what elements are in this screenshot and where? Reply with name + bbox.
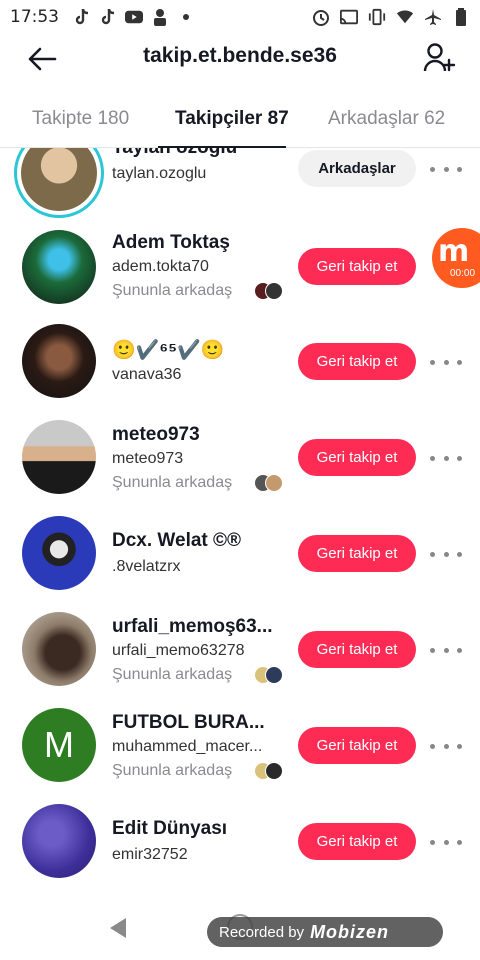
follow-back-button[interactable]: Geri takip et bbox=[298, 727, 416, 764]
person-upload-icon bbox=[151, 8, 169, 26]
battery-icon bbox=[452, 8, 470, 26]
youtube-icon bbox=[125, 8, 143, 26]
cast-icon bbox=[340, 8, 358, 26]
nav-back-icon[interactable] bbox=[106, 916, 130, 940]
list-item[interactable]: Taylan ozoglu taylan.ozoglu Arkadaşlar bbox=[0, 148, 480, 224]
status-bar: 17:53 bbox=[0, 0, 480, 34]
add-user-icon bbox=[423, 43, 456, 72]
user-handle: vanava36 bbox=[112, 366, 182, 383]
list-item[interactable]: M FUTBOL BURA... muhammed_macer... Şunun… bbox=[0, 704, 480, 800]
more-options-icon[interactable] bbox=[430, 544, 462, 564]
avatar[interactable] bbox=[22, 516, 96, 590]
follow-back-button[interactable]: Geri takip et bbox=[298, 823, 416, 860]
follow-back-button[interactable]: Geri takip et bbox=[298, 631, 416, 668]
tab-friends[interactable]: Arkadaşlar 62 bbox=[328, 108, 445, 130]
user-handle: urfali_memo63278 bbox=[112, 642, 245, 659]
add-user-button[interactable] bbox=[420, 38, 460, 78]
avatar[interactable] bbox=[14, 148, 104, 218]
status-time: 17:53 bbox=[10, 7, 59, 27]
followers-list: Taylan ozoglu taylan.ozoglu Arkadaşlar A… bbox=[0, 148, 480, 898]
user-name: urfali_memoş63... bbox=[112, 616, 273, 637]
page-title: takip.et.bende.se36 bbox=[143, 44, 337, 67]
tab-bar: Takipte 180 Takipçiler 87 Arkadaşlar 62 bbox=[0, 100, 480, 148]
watermark-brand: Mobizen bbox=[310, 921, 390, 942]
dot-icon bbox=[177, 8, 195, 26]
watermark-text: Recorded by bbox=[219, 923, 305, 941]
mutual-friends-avatars bbox=[254, 474, 283, 492]
mutual-friends-avatars bbox=[254, 762, 283, 780]
user-handle: emir32752 bbox=[112, 846, 188, 863]
follow-back-button[interactable]: Geri takip et bbox=[298, 439, 416, 476]
user-name: Taylan ozoglu bbox=[112, 148, 237, 159]
status-notification-icons bbox=[73, 8, 195, 26]
tab-following[interactable]: Takipte 180 bbox=[32, 108, 129, 130]
avatar-letter: M bbox=[44, 724, 74, 765]
avatar[interactable] bbox=[22, 804, 96, 878]
tiktok-icon bbox=[99, 8, 117, 26]
list-item[interactable]: Dcx. Welat ©® .8velatzrx Geri takip et bbox=[0, 512, 480, 608]
list-item[interactable]: urfali_memoş63... urfali_memo63278 Şunun… bbox=[0, 608, 480, 704]
recording-watermark: Recorded by Mobizen bbox=[207, 917, 443, 947]
user-handle: muhammed_macer... bbox=[112, 738, 263, 755]
more-options-icon[interactable] bbox=[430, 448, 462, 468]
more-options-icon[interactable] bbox=[430, 159, 462, 179]
airplane-icon bbox=[424, 8, 442, 26]
recorder-timer: 00:00 bbox=[450, 268, 476, 279]
user-handle: .8velatzrx bbox=[112, 558, 181, 575]
tiktok-icon bbox=[73, 8, 91, 26]
tab-followers[interactable]: Takipçiler 87 bbox=[175, 108, 289, 130]
vibrate-icon bbox=[368, 8, 386, 26]
avatar[interactable] bbox=[22, 612, 96, 686]
wifi-icon bbox=[396, 8, 414, 26]
header: takip.et.bende.se36 bbox=[0, 34, 480, 84]
status-system-icons bbox=[312, 8, 470, 26]
avatar-image bbox=[21, 148, 97, 211]
recorder-logo: m bbox=[438, 234, 470, 269]
avatar[interactable]: M bbox=[22, 708, 96, 782]
friends-button[interactable]: Arkadaşlar bbox=[298, 150, 416, 187]
list-item[interactable]: Adem Toktaş adem.tokta70 Şununla arkadaş… bbox=[0, 224, 480, 320]
user-handle: taylan.ozoglu bbox=[112, 165, 207, 182]
user-handle: meteo973 bbox=[112, 450, 184, 467]
more-options-icon[interactable] bbox=[430, 352, 462, 372]
user-name: Adem Toktaş bbox=[112, 232, 230, 253]
more-options-icon[interactable] bbox=[430, 736, 462, 756]
avatar[interactable] bbox=[22, 230, 96, 304]
mutual-friends-text: Şununla arkadaş bbox=[112, 762, 233, 779]
user-name: FUTBOL BURA... bbox=[112, 712, 265, 733]
list-item[interactable]: Edit Dünyası emir32752 Geri takip et bbox=[0, 800, 480, 896]
mutual-friends-text: Şununla arkadaş bbox=[112, 282, 233, 299]
mutual-friends-avatars bbox=[254, 666, 283, 684]
follow-back-button[interactable]: Geri takip et bbox=[298, 248, 416, 285]
user-name: meteo973 bbox=[112, 424, 200, 445]
mutual-friends-avatars bbox=[254, 282, 283, 300]
more-options-icon[interactable] bbox=[430, 832, 462, 852]
follow-back-button[interactable]: Geri takip et bbox=[298, 535, 416, 572]
mutual-friends-text: Şununla arkadaş bbox=[112, 666, 233, 683]
follow-back-button[interactable]: Geri takip et bbox=[298, 343, 416, 380]
alarm-icon bbox=[312, 8, 330, 26]
list-item[interactable]: meteo973 meteo973 Şununla arkadaş Geri t… bbox=[0, 416, 480, 512]
user-name: 🙂✔️⁶⁵✔️🙂 bbox=[112, 340, 225, 361]
list-item[interactable]: 🙂✔️⁶⁵✔️🙂 vanava36 Geri takip et bbox=[0, 320, 480, 416]
user-name: Dcx. Welat ©® bbox=[112, 530, 242, 551]
mutual-friends-text: Şununla arkadaş bbox=[112, 474, 233, 491]
more-options-icon[interactable] bbox=[430, 640, 462, 660]
user-name: Edit Dünyası bbox=[112, 818, 228, 839]
avatar[interactable] bbox=[22, 420, 96, 494]
avatar[interactable] bbox=[22, 324, 96, 398]
user-handle: adem.tokta70 bbox=[112, 258, 209, 275]
